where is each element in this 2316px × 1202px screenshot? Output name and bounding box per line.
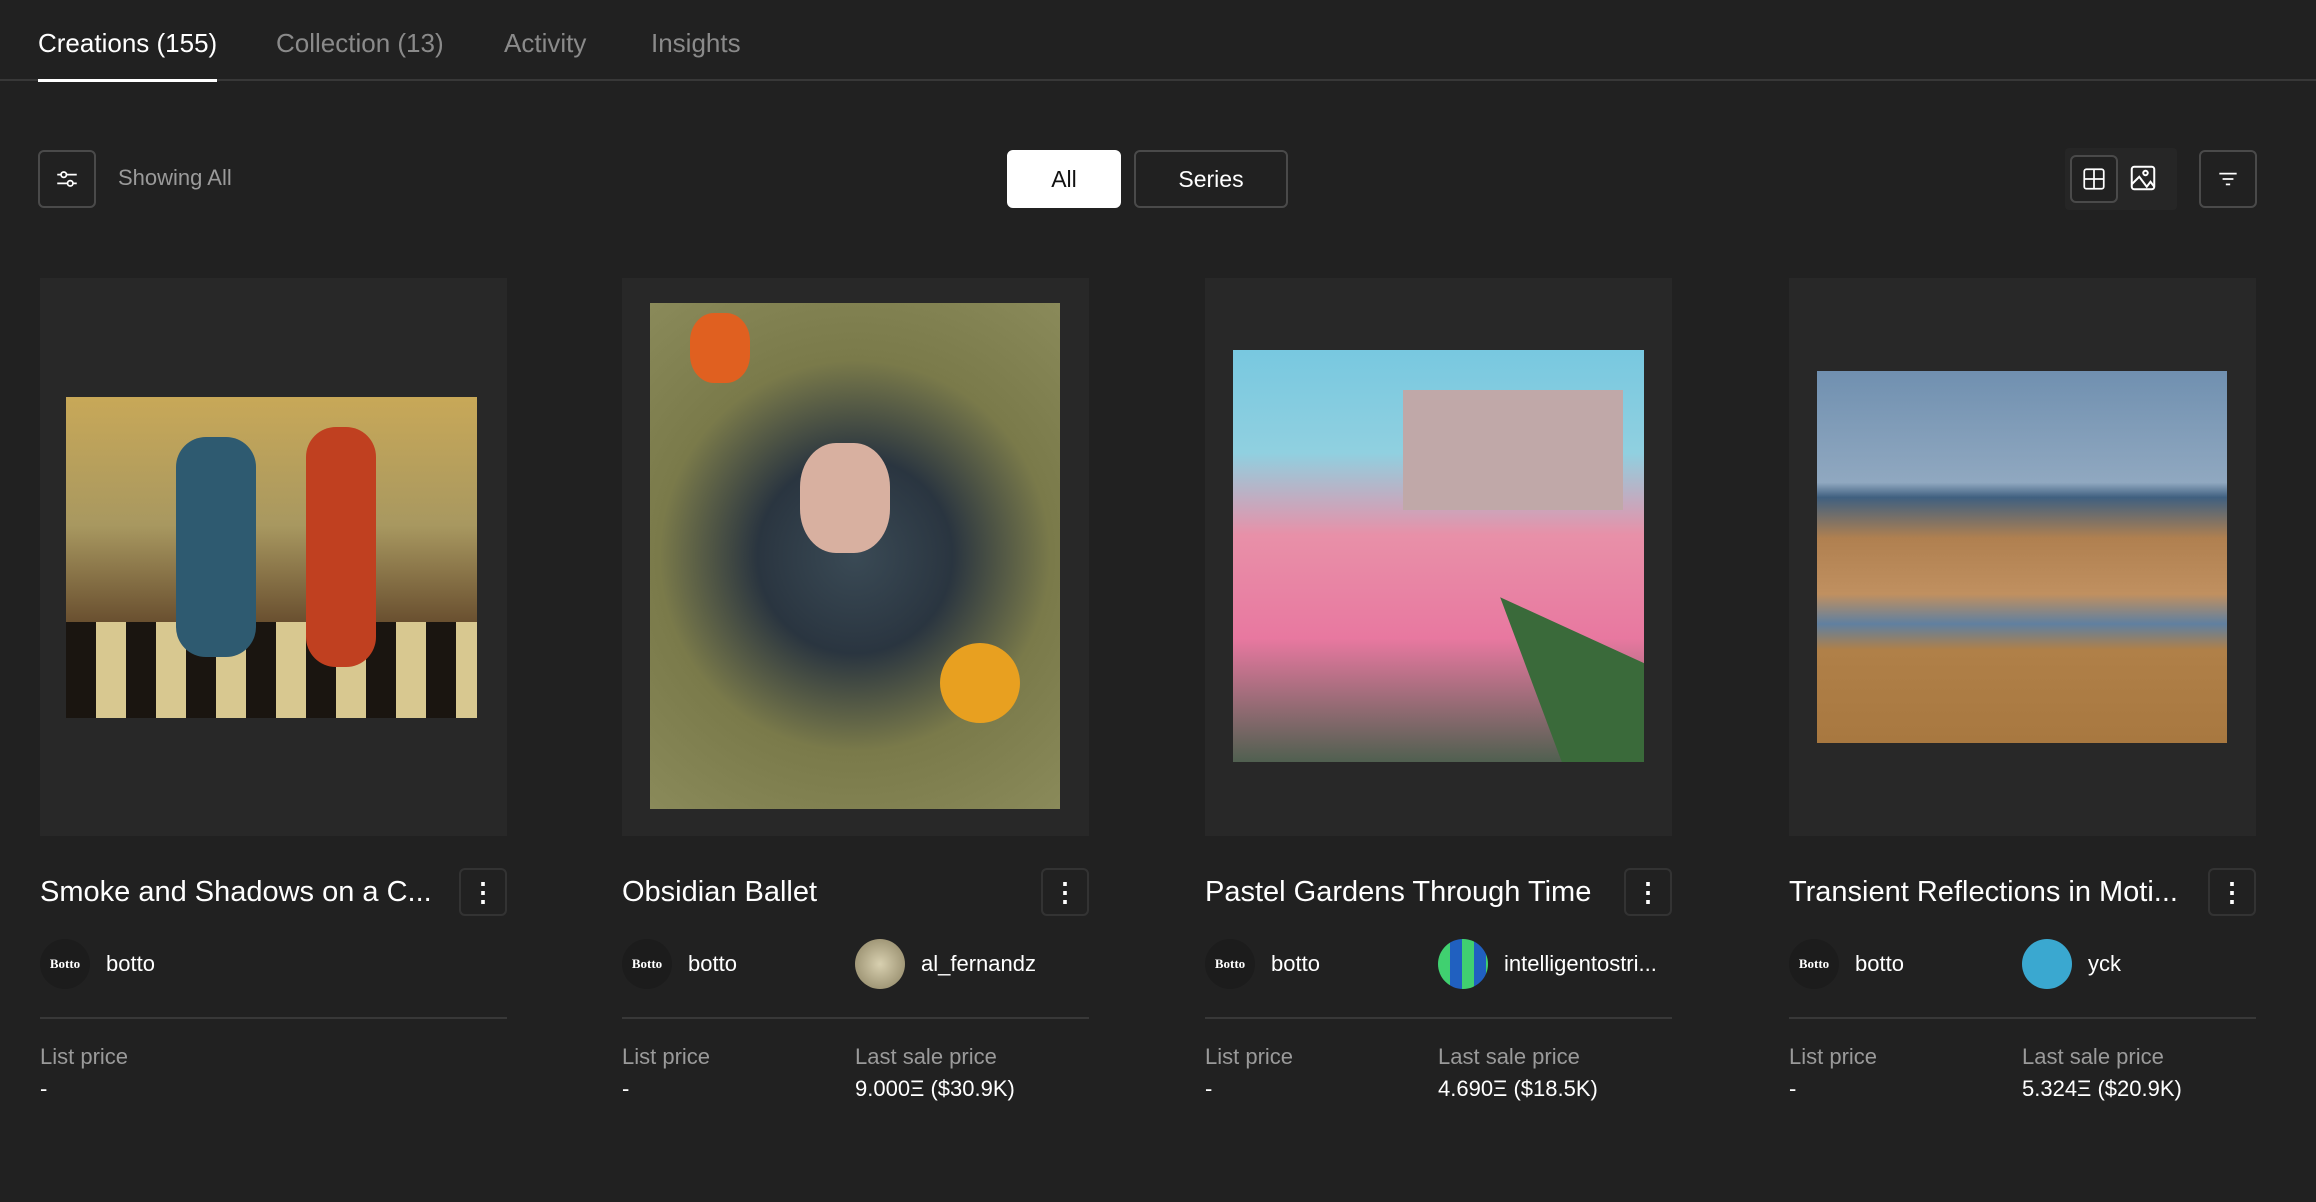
avatar: Botto xyxy=(1205,939,1255,989)
kebab-icon: ⋮ xyxy=(1635,876,1661,907)
artist[interactable]: Botto botto xyxy=(1205,939,1320,989)
last-sale-label: Last sale price xyxy=(1438,1044,1580,1069)
artwork-image xyxy=(66,397,477,718)
last-sale-label: Last sale price xyxy=(855,1044,997,1069)
grid-view-button[interactable] xyxy=(2070,155,2118,203)
divider xyxy=(40,1017,507,1019)
avatar: Botto xyxy=(40,939,90,989)
image-view-button[interactable] xyxy=(2128,163,2158,198)
artist-name: botto xyxy=(1271,951,1320,976)
avatar: Botto xyxy=(1789,939,1839,989)
list-price-value: - xyxy=(40,1076,48,1101)
artwork-image xyxy=(1817,371,2227,743)
segment-all[interactable]: All xyxy=(1007,150,1121,208)
list-price-label: List price xyxy=(1789,1044,1878,1069)
filter-button[interactable] xyxy=(38,150,96,208)
artwork-card[interactable]: Smoke and Shadows on a C... ⋮ Botto botto… xyxy=(40,278,507,1101)
divider xyxy=(1789,1017,2256,1019)
artwork-image-frame[interactable] xyxy=(40,278,507,836)
artwork-image xyxy=(1233,350,1644,762)
last-sale-value: 9.000Ξ ($30.9K) xyxy=(855,1076,1015,1101)
sliders-icon xyxy=(57,171,77,187)
artwork-card[interactable]: Obsidian Ballet ⋮ Botto botto al_fernandz… xyxy=(622,278,1089,1101)
owner[interactable]: intelligentostri... xyxy=(1438,939,1657,989)
artist-name: botto xyxy=(106,951,155,976)
artist[interactable]: Botto botto xyxy=(622,939,737,989)
owner[interactable]: al_fernandz xyxy=(855,939,1036,989)
list-price-label: List price xyxy=(622,1044,711,1069)
more-options-button[interactable]: ⋮ xyxy=(2208,868,2256,916)
tab-insights[interactable]: Insights xyxy=(651,28,741,79)
sort-button[interactable] xyxy=(2199,150,2257,208)
tab-bar: Creations (155) Collection (13) Activity… xyxy=(0,0,2316,82)
last-sale-value: 4.690Ξ ($18.5K) xyxy=(1438,1076,1598,1101)
owner-name: yck xyxy=(2088,951,2121,976)
sort-lines-icon xyxy=(2219,172,2237,186)
artwork-title[interactable]: Transient Reflections in Moti... xyxy=(1789,876,2178,909)
tab-activity[interactable]: Activity xyxy=(504,28,586,79)
tab-collection[interactable]: Collection (13) xyxy=(276,28,444,79)
list-price-value: - xyxy=(622,1076,630,1101)
artwork-image-frame[interactable] xyxy=(1205,278,1672,836)
divider xyxy=(622,1017,1089,1019)
list-price-label: List price xyxy=(40,1044,129,1069)
last-sale-value: 5.324Ξ ($20.9K) xyxy=(2022,1076,2182,1101)
segment-series[interactable]: Series xyxy=(1134,150,1288,208)
avatar xyxy=(855,939,905,989)
kebab-icon: ⋮ xyxy=(1052,876,1078,907)
artwork-title[interactable]: Obsidian Ballet xyxy=(622,876,817,909)
artist-name: botto xyxy=(1855,951,1904,976)
kebab-icon: ⋮ xyxy=(470,876,496,907)
avatar xyxy=(1438,939,1488,989)
artwork-image-frame[interactable] xyxy=(622,278,1089,836)
owner-name: al_fernandz xyxy=(921,951,1036,976)
list-price-value: - xyxy=(1205,1076,1213,1101)
artwork-title[interactable]: Smoke and Shadows on a C... xyxy=(40,876,432,909)
artwork-card[interactable]: Transient Reflections in Moti... ⋮ Botto… xyxy=(1789,278,2256,1101)
artist[interactable]: Botto botto xyxy=(40,939,155,989)
artwork-title[interactable]: Pastel Gardens Through Time xyxy=(1205,876,1591,909)
last-sale-label: Last sale price xyxy=(2022,1044,2164,1069)
list-price-value: - xyxy=(1789,1076,1797,1101)
showing-label: Showing All xyxy=(118,165,232,190)
artwork-card[interactable]: Pastel Gardens Through Time ⋮ Botto botto… xyxy=(1205,278,1672,1101)
more-options-button[interactable]: ⋮ xyxy=(459,868,507,916)
more-options-button[interactable]: ⋮ xyxy=(1624,868,1672,916)
artist-name: botto xyxy=(688,951,737,976)
artwork-image-frame[interactable] xyxy=(1789,278,2256,836)
owner[interactable]: yck xyxy=(2022,939,2121,989)
grid-icon xyxy=(2083,168,2105,190)
list-price-label: List price xyxy=(1205,1044,1294,1069)
kebab-icon: ⋮ xyxy=(2219,876,2245,907)
owner-name: intelligentostri... xyxy=(1504,951,1657,976)
artist[interactable]: Botto botto xyxy=(1789,939,1904,989)
tab-creations[interactable]: Creations (155) xyxy=(38,28,218,82)
image-icon xyxy=(2130,165,2156,191)
divider xyxy=(1205,1017,1672,1019)
avatar: Botto xyxy=(622,939,672,989)
avatar xyxy=(2022,939,2072,989)
artwork-image xyxy=(650,303,1060,809)
more-options-button[interactable]: ⋮ xyxy=(1041,868,1089,916)
